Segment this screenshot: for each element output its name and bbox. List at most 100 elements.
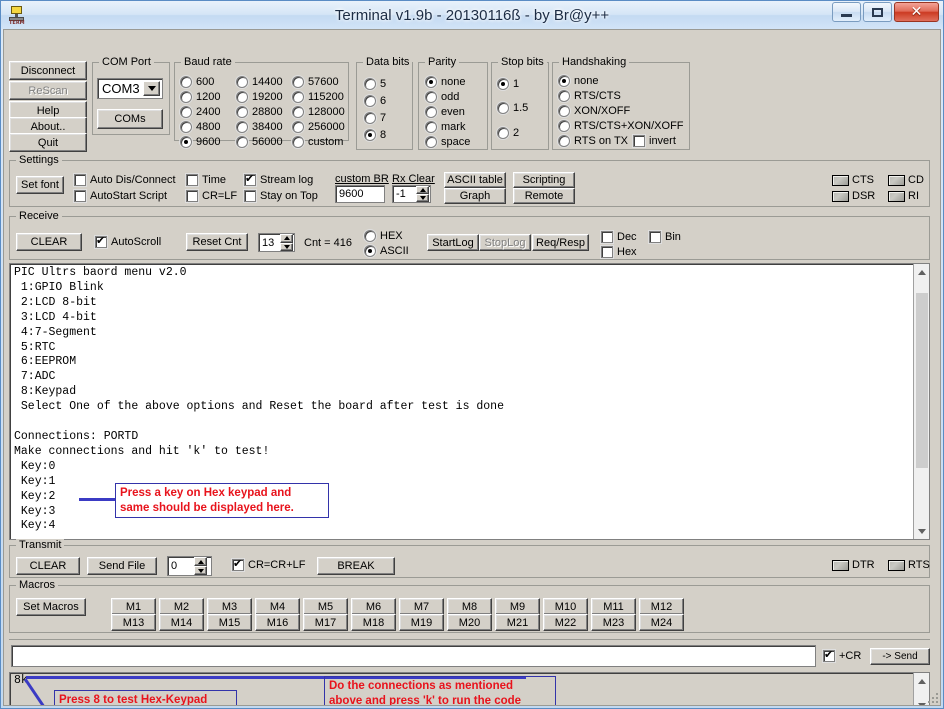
macro-m24-button[interactable]: M24 (639, 614, 684, 631)
invert-checkbox[interactable]: invert (633, 135, 676, 147)
rx-clear-stepper[interactable] (416, 186, 429, 202)
macro-m18-button[interactable]: M18 (351, 614, 396, 631)
handshake-rts-cts[interactable]: RTS/CTS (558, 90, 621, 102)
com-port-select[interactable]: COM3 (97, 78, 163, 99)
parity-even[interactable]: even (425, 106, 465, 118)
baud-600[interactable]: 600 (180, 76, 214, 88)
remote-button[interactable]: Remote (513, 188, 575, 204)
quit-button[interactable]: Quit (9, 133, 87, 152)
scroll-up-icon[interactable] (914, 673, 929, 689)
stoplog-button[interactable]: StopLog (479, 234, 531, 251)
send-button[interactable]: -> Send (870, 648, 930, 665)
baud-14400[interactable]: 14400 (236, 76, 283, 88)
cr-lf-checkbox[interactable]: CR=LF (186, 190, 237, 202)
stepper-up-icon[interactable] (280, 234, 293, 243)
handshake-none[interactable]: none (558, 75, 598, 87)
stop-bits-1[interactable]: 1 (497, 78, 519, 90)
stream-log-checkbox[interactable]: Stream log (244, 172, 313, 186)
baud-57600[interactable]: 57600 (292, 76, 339, 88)
macro-m3-button[interactable]: M3 (207, 598, 252, 615)
macro-m1-button[interactable]: M1 (111, 598, 156, 615)
macro-m2-button[interactable]: M2 (159, 598, 204, 615)
break-button[interactable]: BREAK (317, 557, 395, 575)
macro-m8-button[interactable]: M8 (447, 598, 492, 615)
time-checkbox[interactable]: Time (186, 174, 226, 186)
autoscroll-checkbox[interactable]: AutoScroll (95, 234, 161, 248)
plus-cr-checkbox[interactable]: +CR (823, 648, 861, 662)
receive-count-stepper[interactable] (280, 234, 293, 251)
baud-28800[interactable]: 28800 (236, 106, 283, 118)
reset-cnt-button[interactable]: Reset Cnt (186, 233, 248, 251)
ascii-format-radio[interactable]: ASCII (364, 245, 409, 257)
scroll-thumb[interactable] (916, 293, 928, 468)
stepper-up-icon[interactable] (416, 186, 429, 194)
dec-checkbox[interactable]: Dec (601, 231, 637, 243)
macro-m19-button[interactable]: M19 (399, 614, 444, 631)
hex-format-radio[interactable]: HEX (364, 230, 403, 242)
set-font-button[interactable]: Set font (16, 176, 64, 194)
scripting-button[interactable]: Scripting (513, 172, 575, 188)
resize-grip[interactable] (924, 689, 938, 703)
macro-m20-button[interactable]: M20 (447, 614, 492, 631)
minimize-button[interactable] (832, 2, 861, 22)
stop-bits-1-5[interactable]: 1.5 (497, 102, 528, 114)
macro-m14-button[interactable]: M14 (159, 614, 204, 631)
parity-none[interactable]: none (425, 76, 465, 88)
maximize-button[interactable] (863, 2, 892, 22)
baud-115200[interactable]: 115200 (292, 91, 344, 103)
stop-bits-2[interactable]: 2 (497, 127, 519, 139)
transmit-count-stepper[interactable] (194, 557, 207, 575)
parity-mark[interactable]: mark (425, 121, 465, 133)
macro-m7-button[interactable]: M7 (399, 598, 444, 615)
baud-9600[interactable]: 9600 (180, 136, 220, 148)
hex-checkbox[interactable]: Hex (601, 246, 637, 258)
startlog-button[interactable]: StartLog (427, 234, 479, 251)
auto-dis-connect-checkbox[interactable]: Auto Dis/Connect (74, 174, 176, 186)
baud-56000[interactable]: 56000 (236, 136, 283, 148)
macro-m10-button[interactable]: M10 (543, 598, 588, 615)
macro-m22-button[interactable]: M22 (543, 614, 588, 631)
stepper-down-icon[interactable] (280, 242, 293, 251)
handshake-rts-on-tx[interactable]: RTS on TX (558, 135, 628, 147)
parity-odd[interactable]: odd (425, 91, 459, 103)
scroll-up-icon[interactable] (914, 264, 929, 280)
stay-on-top-checkbox[interactable]: Stay on Top (244, 190, 318, 202)
scroll-down-icon[interactable] (914, 523, 929, 539)
handshake-rts-cts-xon-xoff[interactable]: RTS/CTS+XON/XOFF (558, 120, 684, 132)
send-file-button[interactable]: Send File (87, 557, 157, 575)
macro-m5-button[interactable]: M5 (303, 598, 348, 615)
data-bits-5[interactable]: 5 (364, 78, 386, 90)
macro-m16-button[interactable]: M16 (255, 614, 300, 631)
macro-m4-button[interactable]: M4 (255, 598, 300, 615)
custom-br-input[interactable]: 9600 (335, 185, 385, 203)
macro-m13-button[interactable]: M13 (111, 614, 156, 631)
stepper-up-icon[interactable] (194, 557, 207, 566)
macro-m15-button[interactable]: M15 (207, 614, 252, 631)
coms-button[interactable]: COMs (97, 109, 163, 129)
set-macros-button[interactable]: Set Macros (16, 598, 86, 616)
disconnect-button[interactable]: Disconnect (9, 61, 87, 80)
baud-256000[interactable]: 256000 (292, 121, 345, 133)
data-bits-7[interactable]: 7 (364, 112, 386, 124)
stepper-down-icon[interactable] (194, 566, 207, 575)
graph-button[interactable]: Graph (444, 188, 506, 204)
data-bits-6[interactable]: 6 (364, 95, 386, 107)
macro-m6-button[interactable]: M6 (351, 598, 396, 615)
handshake-xon-xoff[interactable]: XON/XOFF (558, 105, 630, 117)
transmit-clear-button[interactable]: CLEAR (16, 557, 80, 575)
terminal-scrollbar[interactable] (913, 264, 929, 539)
ascii-table-button[interactable]: ASCII table (444, 172, 506, 188)
bin-checkbox[interactable]: Bin (649, 231, 681, 243)
close-button[interactable]: ✕ (894, 2, 939, 22)
baud-2400[interactable]: 2400 (180, 106, 220, 118)
data-bits-8[interactable]: 8 (364, 129, 386, 141)
baud-19200[interactable]: 19200 (236, 91, 283, 103)
req-resp-button[interactable]: Req/Resp (532, 234, 589, 251)
baud-1200[interactable]: 1200 (180, 91, 220, 103)
cr-crlf-checkbox[interactable]: CR=CR+LF (232, 557, 305, 571)
baud-128000[interactable]: 128000 (292, 106, 345, 118)
chevron-down-icon[interactable] (143, 81, 160, 96)
send-input[interactable] (11, 645, 816, 667)
rescan-button[interactable]: ReScan (9, 81, 87, 100)
stepper-down-icon[interactable] (416, 194, 429, 202)
